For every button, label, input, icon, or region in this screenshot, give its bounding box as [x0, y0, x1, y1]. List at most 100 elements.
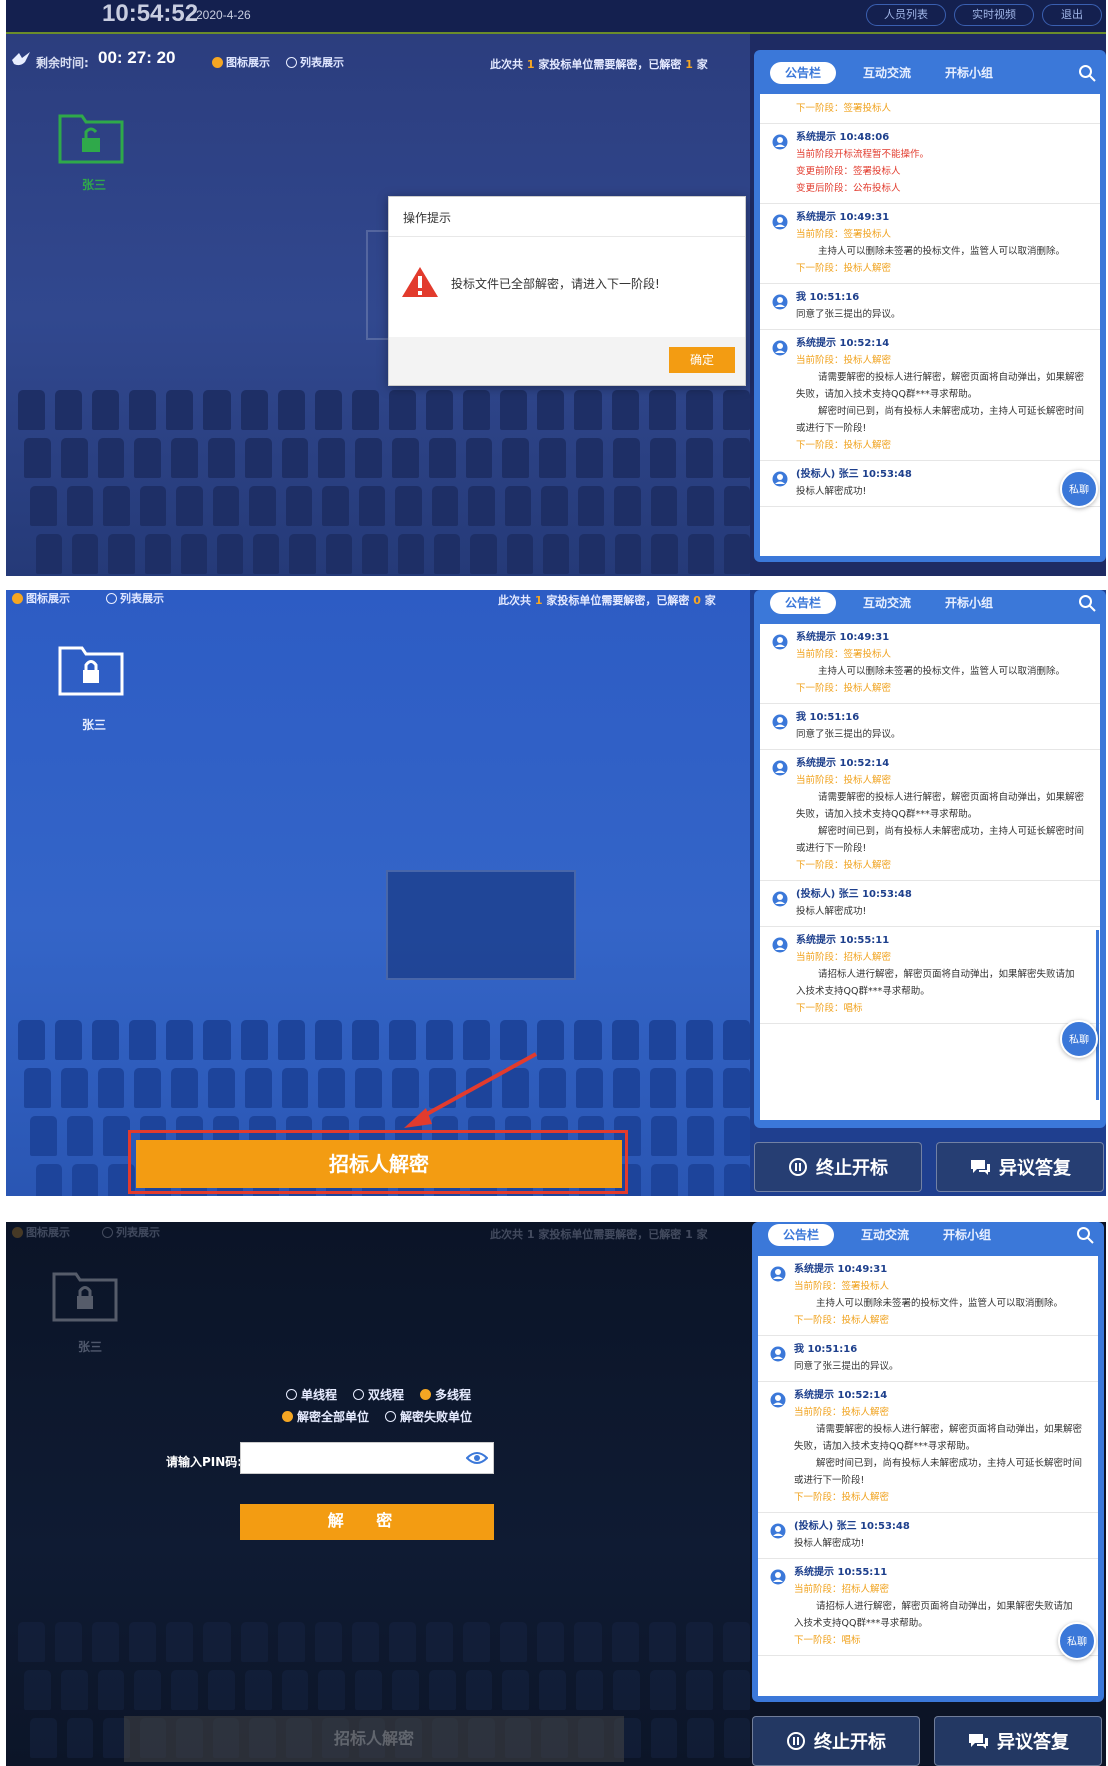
user-avatar-icon	[772, 471, 788, 487]
bulletin-message: 我 10:51:16 同意了张三提出的异议。	[760, 704, 1100, 750]
auditorium-seat	[687, 534, 714, 574]
auditorium-seat	[428, 438, 456, 478]
message-line: 下一阶段：投标人解密	[796, 263, 892, 274]
message-line: 下一阶段：唱标	[794, 1635, 861, 1646]
view-list-radio[interactable]: 列表展示	[286, 54, 344, 70]
private-chat-button[interactable]: 私聊	[1058, 1622, 1096, 1660]
message-line: 下一阶段：签署投标人	[796, 103, 892, 114]
message-line: 解密时间已到，尚有投标人未解密成功，主持人可延长解密时间	[818, 826, 1085, 837]
message-header: (投标人) 张三 10:53:48	[794, 1521, 910, 1532]
user-avatar-icon	[772, 714, 788, 730]
message-line: 失败，请加入技术支持QQ群***寻求帮助。	[796, 809, 978, 820]
tenderer-decrypt-button[interactable]: 招标人解密	[136, 1140, 622, 1188]
auditorium-seat	[575, 438, 603, 478]
list-scrollbar[interactable]	[1096, 930, 1099, 1100]
objection-reply-button[interactable]: 异议答复	[934, 1716, 1102, 1766]
user-avatar-icon	[772, 634, 788, 650]
auditorium-seat	[66, 486, 93, 526]
message-line: 或进行下一阶段!	[796, 843, 867, 854]
objection-reply-button[interactable]: 异议答复	[936, 1142, 1104, 1192]
dual-thread-radio[interactable]: 双线程	[353, 1386, 404, 1403]
auditorium-seat	[537, 390, 565, 430]
ok-button[interactable]: 确定	[669, 347, 735, 373]
tab-bulletin[interactable]: 公告栏	[770, 62, 836, 84]
side-panel: 公告栏 互动交流 开标小组 系统提示 10:49:31 当前阶段：签署投标人 主持人…	[752, 1222, 1104, 1702]
decrypt-button[interactable]: 解 密	[240, 1504, 494, 1540]
search-icon[interactable]	[1076, 1226, 1094, 1244]
auditorium-seat	[500, 390, 528, 430]
radio-empty-icon	[286, 56, 297, 68]
user-avatar-icon	[770, 1392, 786, 1408]
exit-button[interactable]: 退出	[1042, 4, 1102, 26]
view-icon-radio[interactable]: 图标展示	[212, 54, 270, 70]
bulletin-list[interactable]: 下一阶段：签署投标人 系统提示 10:48:06 当前阶段开标流程暂不能操作。 变更前…	[760, 94, 1100, 556]
bulletin-list[interactable]: 系统提示 10:49:31 当前阶段：签署投标人 主持人可以删除未签署的投标文件，监…	[758, 1256, 1098, 1696]
operation-tip-dialog: 操作提示 投标文件已全部解密，请进入下一阶段! 确定	[388, 196, 746, 386]
tab-opening-group[interactable]: 开标小组	[934, 592, 1004, 614]
bulletin-message: 系统提示 10:49:31 当前阶段：签署投标人 主持人可以删除未签署的投标文件，监…	[760, 624, 1100, 704]
auditorium-seat	[686, 438, 714, 478]
auditorium-seat	[253, 534, 280, 574]
auditorium-seat	[541, 486, 568, 526]
pin-input[interactable]	[240, 1442, 494, 1474]
bulletin-message: 系统提示 10:52:14 当前阶段：投标人解密 请需要解密的投标人进行解密，解密页…	[758, 1382, 1098, 1513]
bidder-name: 张三	[78, 1340, 103, 1354]
user-avatar-icon	[772, 760, 788, 776]
eye-icon[interactable]	[466, 1451, 488, 1465]
bulletin-list[interactable]: 系统提示 10:49:31 当前阶段：签署投标人 主持人可以删除未签署的投标文件，监…	[760, 624, 1100, 1120]
message-line: 同意了张三提出的异议。	[794, 1361, 899, 1372]
stop-opening-button[interactable]: 终止开标	[752, 1716, 920, 1766]
auditorium-seat	[18, 390, 46, 430]
tenderer-decrypt-button-disabled: 招标人解密	[124, 1716, 624, 1762]
tab-interaction[interactable]: 互动交流	[852, 592, 922, 614]
single-thread-radio[interactable]: 单线程	[286, 1386, 337, 1403]
auditorium-seat	[60, 438, 88, 478]
auditorium-seat	[463, 390, 491, 430]
private-chat-button[interactable]: 私聊	[1060, 470, 1098, 508]
message-line: 主持人可以删除未签署的投标文件，监管人可以取消删除。	[818, 246, 1066, 257]
unlocked-folder-icon[interactable]	[58, 108, 124, 164]
search-icon[interactable]	[1078, 64, 1096, 82]
message-line: 当前阶段：投标人解密	[794, 1407, 890, 1418]
message-line: 当前阶段：招标人解密	[794, 1584, 890, 1595]
multi-thread-radio[interactable]: 多线程	[420, 1386, 471, 1403]
auditorium-seat	[139, 486, 166, 526]
search-icon[interactable]	[1078, 594, 1096, 612]
message-line: 解密时间已到，尚有投标人未解密成功，主持人可延长解密时间	[816, 1458, 1083, 1469]
bulletin-message: 我 10:51:16 同意了张三提出的异议。	[760, 284, 1100, 330]
user-avatar-icon	[770, 1266, 786, 1282]
tab-opening-group[interactable]: 开标小组	[934, 62, 1004, 84]
auditorium-seat	[281, 438, 309, 478]
private-chat-button[interactable]: 私聊	[1060, 1020, 1098, 1058]
tab-opening-group[interactable]: 开标小组	[932, 1224, 1002, 1246]
auditorium-seat	[285, 486, 312, 526]
message-line: 投标人解密成功!	[796, 486, 867, 497]
message-line: 请需要解密的投标人进行解密，解密页面将自动弹出，如果解密	[818, 372, 1085, 383]
bulletin-message: 系统提示 10:55:11 当前阶段：招标人解密 请招标人进行解密，解密页面将自动弹…	[758, 1559, 1098, 1656]
bulletin-message: 系统提示 10:55:11 当前阶段：招标人解密 请招标人进行解密，解密页面将自动弹…	[760, 927, 1100, 1024]
message-line: 解密时间已到，尚有投标人未解密成功，主持人可延长解密时间	[818, 406, 1085, 417]
tab-interaction[interactable]: 互动交流	[852, 62, 922, 84]
tab-bulletin[interactable]: 公告栏	[770, 592, 836, 614]
auditorium-seat	[539, 438, 566, 478]
user-avatar-icon	[770, 1523, 786, 1539]
auditorium-seat	[361, 534, 389, 574]
message-line: 投标人解密成功!	[794, 1538, 865, 1549]
tab-bulletin[interactable]: 公告栏	[768, 1224, 834, 1246]
auditorium-seat	[391, 438, 419, 478]
message-line: 当前阶段开标流程暂不能操作。	[796, 149, 930, 160]
message-header: 我 10:51:16	[794, 1344, 858, 1355]
clock: 10:54:52	[102, 0, 199, 27]
bulletin-message: 系统提示 10:49:31 当前阶段：签署投标人 主持人可以删除未签署的投标文件，监…	[760, 204, 1100, 284]
tab-interaction[interactable]: 互动交流	[850, 1224, 920, 1246]
auditorium-seat	[577, 486, 604, 526]
decrypt-failed-radio[interactable]: 解密失败单位	[385, 1408, 472, 1425]
live-video-button[interactable]: 实时视频	[954, 4, 1034, 26]
decrypt-all-radio[interactable]: 解密全部单位	[282, 1408, 369, 1425]
user-avatar-icon	[770, 1346, 786, 1362]
auditorium-seat	[97, 438, 125, 478]
personnel-list-button[interactable]: 人员列表	[866, 4, 946, 26]
auditorium-seat	[502, 438, 530, 478]
message-header: (投标人) 张三 10:53:48	[796, 889, 912, 900]
stop-opening-button[interactable]: 终止开标	[754, 1142, 922, 1192]
